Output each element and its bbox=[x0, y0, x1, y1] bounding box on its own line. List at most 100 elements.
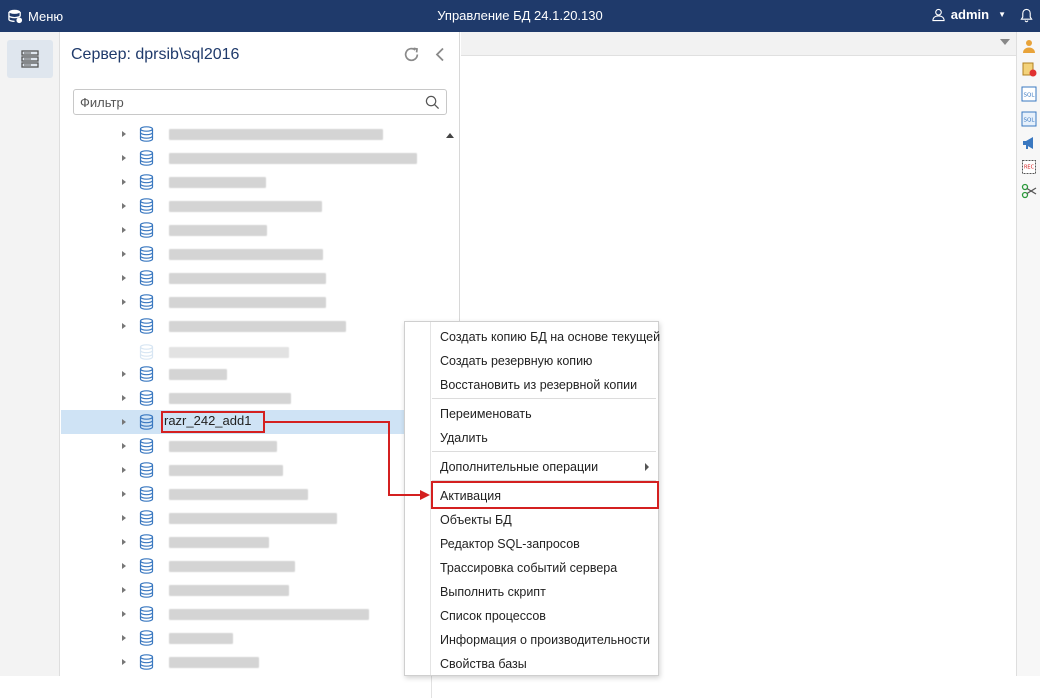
database-icon bbox=[139, 558, 154, 574]
tree-row[interactable] bbox=[61, 650, 441, 674]
database-icon bbox=[139, 246, 154, 262]
menu-item-process-list[interactable]: Список процессов bbox=[432, 604, 659, 628]
user-settings-icon[interactable] bbox=[1021, 38, 1037, 54]
expand-arrow-icon[interactable] bbox=[122, 635, 126, 641]
chevron-right-icon bbox=[645, 463, 649, 471]
tree-row[interactable] bbox=[61, 314, 441, 338]
expand-arrow-icon[interactable] bbox=[122, 227, 126, 233]
menu-item-label: Дополнительные операции bbox=[440, 460, 599, 474]
blurred-db-name bbox=[169, 297, 326, 308]
expand-arrow-icon[interactable] bbox=[122, 515, 126, 521]
tree-row[interactable] bbox=[61, 242, 441, 266]
expand-arrow-icon[interactable] bbox=[122, 179, 126, 185]
database-icon bbox=[139, 318, 154, 334]
blurred-db-name bbox=[169, 369, 227, 380]
megaphone-icon[interactable] bbox=[1021, 135, 1037, 151]
database-icon bbox=[139, 462, 154, 478]
menu-item-run-script[interactable]: Выполнить скрипт bbox=[432, 580, 659, 604]
search-icon[interactable] bbox=[425, 95, 440, 110]
server-list-icon bbox=[21, 50, 39, 68]
user-menu[interactable]: admin ▼ bbox=[932, 7, 1006, 22]
menu-item-db-objects[interactable]: Объекты БД bbox=[432, 508, 659, 532]
top-bar: Меню Управление БД 24.1.20.130 admin ▼ bbox=[0, 0, 1040, 32]
menu-item-performance-info[interactable]: Информация о производительности bbox=[432, 628, 659, 652]
blurred-db-name bbox=[169, 585, 289, 596]
tree-row[interactable] bbox=[61, 578, 441, 602]
expand-arrow-icon[interactable] bbox=[122, 395, 126, 401]
expand-arrow-icon[interactable] bbox=[122, 539, 126, 545]
menu-item-sql-editor[interactable]: Редактор SQL-запросов bbox=[432, 532, 659, 556]
panel-title: Сервер: dprsib\sql2016 bbox=[71, 46, 240, 63]
tree-row[interactable] bbox=[61, 554, 441, 578]
tree-row[interactable] bbox=[61, 602, 441, 626]
expand-arrow-icon[interactable] bbox=[122, 323, 126, 329]
expand-arrow-icon[interactable] bbox=[122, 443, 126, 449]
menu-item-label: Создать резервную копию bbox=[440, 354, 593, 368]
database-icon bbox=[139, 606, 154, 622]
menu-item-label: Редактор SQL-запросов bbox=[440, 537, 580, 551]
right-toolbar: SQL SQL REC bbox=[1016, 32, 1040, 676]
menu-item-rename[interactable]: Переименовать bbox=[432, 402, 659, 426]
tab-dropdown-arrow[interactable] bbox=[1000, 39, 1010, 45]
tree-row[interactable] bbox=[61, 506, 441, 530]
expand-arrow-icon[interactable] bbox=[122, 251, 126, 257]
tree-row[interactable] bbox=[61, 194, 441, 218]
svg-text:SQL: SQL bbox=[1024, 93, 1036, 99]
tree-row[interactable] bbox=[61, 626, 441, 650]
expand-arrow-icon[interactable] bbox=[122, 371, 126, 377]
tree-row[interactable] bbox=[61, 386, 441, 410]
bell-icon[interactable] bbox=[1020, 8, 1033, 23]
expand-arrow-icon[interactable] bbox=[122, 203, 126, 209]
menu-separator bbox=[432, 451, 656, 452]
expand-arrow-icon[interactable] bbox=[122, 275, 126, 281]
menu-item-delete[interactable]: Удалить bbox=[432, 426, 659, 450]
annotation-box-activation bbox=[431, 481, 659, 509]
tree-row[interactable] bbox=[61, 290, 441, 314]
expand-arrow-icon[interactable] bbox=[122, 587, 126, 593]
tree-row[interactable] bbox=[61, 146, 441, 170]
menu-item-create-db-copy[interactable]: Создать копию БД на основе текущей bbox=[432, 325, 661, 349]
expand-arrow-icon[interactable] bbox=[122, 467, 126, 473]
menu-item-label: Восстановить из резервной копии bbox=[440, 378, 638, 392]
scroll-up-arrow[interactable] bbox=[446, 133, 454, 138]
filter-input[interactable] bbox=[80, 94, 410, 111]
job-stop-icon[interactable] bbox=[1021, 61, 1037, 77]
expand-arrow-icon[interactable] bbox=[122, 299, 126, 305]
blurred-db-name bbox=[169, 321, 346, 332]
menu-item-label: Создать копию БД на основе текущей bbox=[440, 330, 661, 344]
blurred-db-name bbox=[169, 273, 326, 284]
menu-item-more-operations[interactable]: Дополнительные операции bbox=[432, 455, 659, 479]
database-icon bbox=[139, 270, 154, 286]
filter-field[interactable] bbox=[73, 89, 447, 115]
tab-strip bbox=[461, 32, 1016, 56]
left-rail bbox=[0, 32, 60, 676]
menu-item-restore-backup[interactable]: Восстановить из резервной копии bbox=[432, 373, 659, 397]
tree-row[interactable] bbox=[61, 530, 441, 554]
menu-item-server-trace[interactable]: Трассировка событий сервера bbox=[432, 556, 659, 580]
record-icon[interactable]: REC bbox=[1021, 159, 1037, 175]
tree-row[interactable] bbox=[61, 218, 441, 242]
server-panel: Сервер: dprsib\sql2016 razr_242_add1 bbox=[61, 32, 460, 698]
chevron-left-icon[interactable] bbox=[433, 46, 447, 63]
expand-arrow-icon[interactable] bbox=[122, 491, 126, 497]
expand-arrow-icon[interactable] bbox=[122, 155, 126, 161]
server-list-button[interactable] bbox=[7, 40, 53, 78]
expand-arrow-icon[interactable] bbox=[122, 611, 126, 617]
refresh-icon[interactable] bbox=[403, 46, 420, 63]
tree-row[interactable] bbox=[61, 170, 441, 194]
tree-row[interactable] bbox=[61, 122, 441, 146]
expand-arrow-icon[interactable] bbox=[122, 419, 126, 425]
database-icon bbox=[139, 582, 154, 598]
menu-item-db-properties[interactable]: Свойства базы bbox=[432, 652, 659, 676]
tree-row[interactable] bbox=[61, 340, 441, 364]
expand-arrow-icon[interactable] bbox=[122, 659, 126, 665]
tree-row[interactable] bbox=[61, 362, 441, 386]
expand-arrow-icon[interactable] bbox=[122, 563, 126, 569]
sql-file-icon[interactable]: SQL bbox=[1021, 111, 1037, 127]
sql-icon[interactable]: SQL bbox=[1021, 86, 1037, 102]
app-title: Управление БД 24.1.20.130 bbox=[437, 8, 603, 23]
menu-item-create-backup[interactable]: Создать резервную копию bbox=[432, 349, 659, 373]
expand-arrow-icon[interactable] bbox=[122, 131, 126, 137]
scissors-icon[interactable] bbox=[1021, 183, 1037, 199]
tree-row[interactable] bbox=[61, 266, 441, 290]
